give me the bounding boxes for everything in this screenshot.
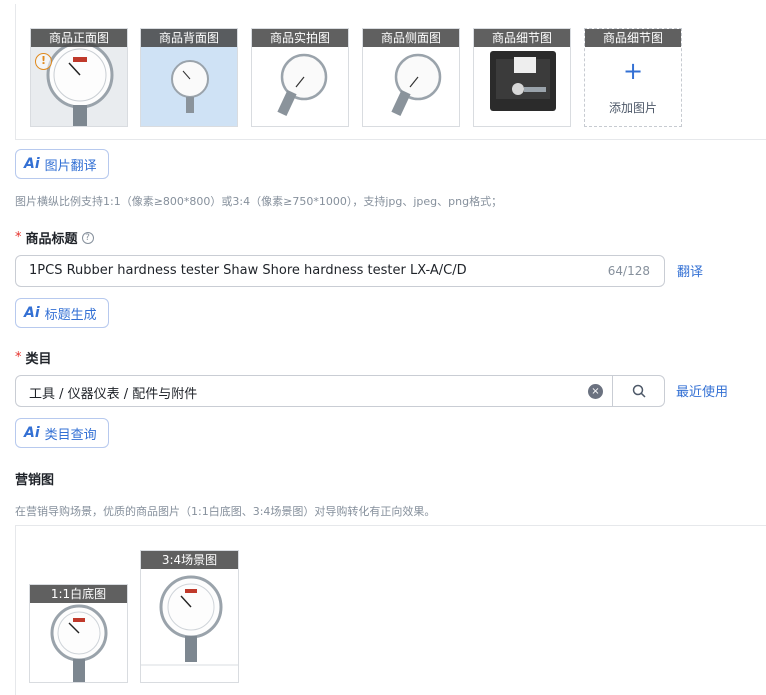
image-slot-back[interactable]: 商品背面图 <box>140 28 238 127</box>
help-icon[interactable]: ? <box>81 231 94 244</box>
marketing-image-square[interactable]: 1:1白底图 <box>29 584 128 683</box>
ai-category-query-button[interactable]: Ai 类目查询 <box>15 418 109 448</box>
image-caption: 商品正面图 <box>31 29 127 47</box>
translate-link[interactable]: 翻译 <box>677 261 703 280</box>
image-caption: 1:1白底图 <box>30 585 127 603</box>
image-slot-real[interactable]: 商品实拍图 <box>251 28 349 127</box>
ai-title-generate-button[interactable]: Ai 标题生成 <box>15 298 109 328</box>
image-caption: 商品侧面图 <box>363 29 459 47</box>
marketing-label-text: 营销图 <box>15 473 55 488</box>
search-icon <box>632 384 646 398</box>
image-slot-detail[interactable]: 商品细节图 <box>473 28 571 127</box>
image-caption: 商品实拍图 <box>252 29 348 47</box>
title-label: 商品标题 <box>25 232 78 247</box>
category-label-row: * 类目 <box>15 348 52 367</box>
marketing-hint: 在营销导购场景，优质的商品图片（1:1白底图、3:4场景图）对导购转化有正向效果… <box>15 505 436 518</box>
title-input-value: 1PCS Rubber hardness tester Shaw Shore h… <box>29 263 467 278</box>
title-label-row: * 商品标题 ? <box>15 228 94 247</box>
add-image-label: 添加图片 <box>608 101 657 115</box>
marketing-image-panel: 1:1白底图 3:4场景图 <box>15 525 766 695</box>
image-caption: 商品背面图 <box>141 29 237 47</box>
ai-icon: Ai <box>24 305 40 321</box>
image-caption: 3:4场景图 <box>141 551 238 569</box>
required-mark: * <box>15 350 22 365</box>
marketing-image-portrait[interactable]: 3:4场景图 <box>140 550 239 683</box>
title-input[interactable]: 1PCS Rubber hardness tester Shaw Shore h… <box>15 255 665 287</box>
ai-icon: Ai <box>24 425 40 441</box>
recent-used-link[interactable]: 最近使用 <box>676 381 728 400</box>
image-caption: 商品细节图 <box>585 29 681 47</box>
clear-icon[interactable]: × <box>588 384 603 399</box>
category-search-button[interactable] <box>612 376 664 406</box>
category-label: 类目 <box>25 352 52 367</box>
image-caption: 商品细节图 <box>474 29 570 47</box>
category-input[interactable]: 工具 / 仪器仪表 / 配件与附件 × <box>15 375 665 407</box>
title-char-count: 64/128 <box>607 264 650 278</box>
ai-title-generate-label: 标题生成 <box>44 307 97 323</box>
ai-category-query-label: 类目查询 <box>44 427 97 443</box>
ai-icon: Ai <box>24 156 40 172</box>
warning-icon[interactable]: ! <box>35 53 52 70</box>
ai-image-translate-label: 图片翻译 <box>44 158 97 174</box>
plus-icon: + <box>622 57 644 85</box>
required-mark: * <box>15 230 22 245</box>
hardness-tester-photo-icon <box>141 551 238 682</box>
image-format-hint: 图片横纵比例支持1:1（像素≥800*800）或3:4（像素≥750*1000）… <box>15 195 503 208</box>
product-image-gallery: 商品正面图 ! 商品背面图 商品实拍图 商品侧面图 商品细节图 商品细节图 + … <box>15 4 766 140</box>
category-input-value: 工具 / 仪器仪表 / 配件与附件 <box>29 387 198 402</box>
add-image-button[interactable]: 商品细节图 + 添加图片 <box>584 28 682 127</box>
image-slot-side[interactable]: 商品侧面图 <box>362 28 460 127</box>
ai-image-translate-button[interactable]: Ai 图片翻译 <box>15 149 109 179</box>
image-slot-front[interactable]: 商品正面图 ! <box>30 28 128 127</box>
marketing-label: 营销图 <box>15 469 54 488</box>
